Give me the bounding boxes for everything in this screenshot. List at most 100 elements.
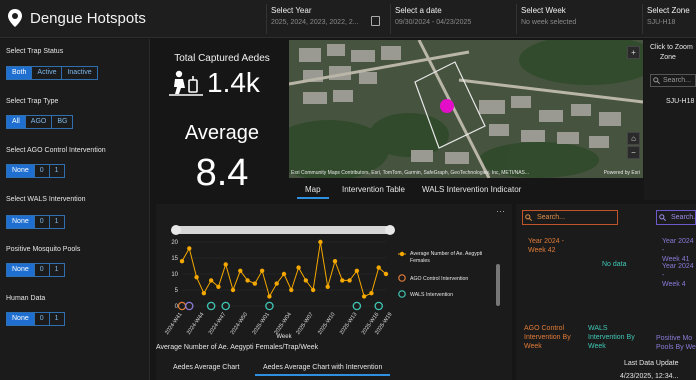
data-point	[354, 268, 360, 273]
list-item-week-42[interactable]: Year 2024 - Week 42	[528, 237, 564, 255]
map-pin-icon	[8, 9, 22, 27]
zone-list-item[interactable]: SJU-H18	[666, 98, 694, 105]
chart-panel: ⋯ 0 5 10 15 20 2024-W41 2024-W44 2024-W47 2024-W…	[156, 204, 512, 380]
wals-none[interactable]: None	[7, 216, 35, 228]
legend-label-ago: AGO Control Intervention	[410, 276, 468, 282]
legend-label-line: Average Number of Ae. Aegypti	[410, 251, 482, 257]
human-0[interactable]: 0	[35, 313, 50, 325]
data-point	[383, 271, 389, 277]
captured-title: Total Captured Aedes	[174, 53, 270, 64]
trap-type-segmented: All AGO BG	[6, 115, 74, 129]
select-year-label: Select Year	[271, 6, 312, 15]
map-view[interactable]: + ⌂ − Esri Community Maps Contributors, …	[289, 40, 643, 178]
data-point	[274, 281, 279, 286]
data-point	[194, 275, 199, 280]
select-zone-label: Select Zone	[647, 6, 690, 15]
positive-pools-label: Positive Mo Pools By We	[656, 335, 696, 351]
pools-1[interactable]: 1	[50, 264, 64, 276]
average-label: Average	[184, 122, 260, 144]
data-point	[252, 281, 258, 286]
trap-status-active[interactable]: Active	[32, 67, 63, 79]
y-tick-label: 15	[171, 256, 178, 262]
y-tick-label: 20	[171, 240, 178, 246]
select-zone-dropdown[interactable]: Select Zone SJU-H18	[642, 4, 696, 34]
x-tick-label: 2025-W04	[273, 312, 292, 336]
ago-intervention-segmented: None 0 1	[6, 164, 65, 178]
range-slider-handle-start[interactable]	[171, 225, 181, 235]
trap-type-title: Select Trap Type	[6, 98, 59, 105]
data-point	[376, 265, 381, 270]
legend-scrollbar[interactable]	[496, 264, 500, 306]
tab-wals-indicator[interactable]: WALS Intervention Indicator	[414, 181, 529, 199]
wals-intervention-title: Select WALS Intervention	[6, 196, 86, 203]
tab-map[interactable]: Map	[297, 181, 329, 199]
search-icon	[525, 214, 532, 221]
wals-intervention-segmented: None 0 1	[6, 215, 65, 229]
wals-1[interactable]: 1	[50, 216, 64, 228]
data-point	[179, 259, 185, 264]
x-tick-label: 2025-W13	[339, 312, 358, 336]
trap-type-bg[interactable]: BG	[52, 116, 72, 128]
clear-icon[interactable]	[371, 16, 380, 26]
select-year-dropdown[interactable]: Select Year 2025, 2024, 2023, 2022, 2...	[266, 4, 384, 34]
ago-1[interactable]: 1	[50, 165, 64, 177]
data-point	[310, 287, 316, 293]
zone-text: Zone	[660, 54, 676, 61]
zoom-out-icon[interactable]: −	[627, 146, 640, 159]
x-tick-label: 2024-W50	[230, 312, 249, 336]
app-header: Dengue Hotspots Select Year 2025, 2024, …	[0, 0, 696, 38]
data-point	[245, 278, 250, 283]
x-tick-label: 2024-W41	[164, 312, 183, 336]
data-point	[187, 246, 192, 251]
week-search-input[interactable]: Search...	[522, 210, 618, 225]
pools-0[interactable]: 0	[35, 264, 50, 276]
wals-by-week-label: WALS Intervention By Week	[588, 325, 635, 350]
select-week-dropdown[interactable]: Select Week No week selected	[516, 4, 638, 34]
data-point	[303, 278, 309, 283]
filter-panel: Select Trap Status Both Active Inactive …	[0, 39, 150, 380]
ago-intervention-title: Select AGO Control Intervention	[6, 147, 106, 154]
ago-none[interactable]: None	[7, 165, 35, 177]
select-date-label: Select a date	[395, 6, 442, 15]
trap-status-inactive[interactable]: Inactive	[62, 67, 96, 79]
zoom-in-icon[interactable]: +	[627, 46, 640, 59]
average-value: 8.4	[195, 152, 249, 194]
range-slider-track[interactable]	[174, 226, 392, 234]
y-tick-label: 5	[175, 288, 179, 294]
data-point	[259, 268, 265, 273]
human-none[interactable]: None	[7, 313, 35, 325]
data-point	[361, 294, 367, 299]
select-zone-value: SJU-H18	[647, 19, 676, 26]
list-item-week-4[interactable]: Year 2024 - Week 4	[662, 262, 696, 289]
wals-0[interactable]: 0	[35, 216, 50, 228]
tab-aedes-average-chart[interactable]: Aedes Average Chart	[165, 360, 247, 376]
select-week-value: No week selected	[521, 19, 577, 26]
tab-intervention-table[interactable]: Intervention Table	[334, 181, 413, 199]
mosquito-pools-segmented: None 0 1	[6, 263, 65, 277]
tab-aedes-chart-with-intervention[interactable]: Aedes Average Chart with Intervention	[255, 360, 391, 376]
trap-status-both[interactable]: Both	[7, 67, 33, 79]
satellite-imagery	[289, 40, 643, 178]
select-week-label: Select Week	[521, 6, 566, 15]
field-worker-icon	[169, 70, 203, 96]
range-slider-handle-end[interactable]	[385, 225, 395, 235]
no-data-text: No data	[602, 261, 627, 268]
data-point	[267, 294, 272, 299]
list-item-week-41[interactable]: Year 2024 - Week 41	[662, 237, 696, 264]
trap-type-all[interactable]: All	[7, 116, 26, 128]
data-point	[223, 262, 228, 267]
ago-0[interactable]: 0	[35, 165, 50, 177]
aedes-line-chart[interactable]: 051015202024-W41 2024-W44 2024-W47 2024-W50…	[156, 204, 512, 344]
pools-none[interactable]: None	[7, 264, 35, 276]
data-point	[332, 259, 338, 264]
human-1[interactable]: 1	[50, 313, 64, 325]
trap-type-ago[interactable]: AGO	[26, 116, 53, 128]
x-tick-label: 2025-W07	[295, 312, 314, 336]
select-date-value: 09/30/2024 - 04/23/2025	[395, 19, 472, 26]
powered-by-esri[interactable]: Powered by Esri	[604, 170, 640, 176]
legend-swatch-series-dot	[399, 251, 405, 257]
select-date-picker[interactable]: Select a date 09/30/2024 - 04/23/2025	[390, 4, 514, 34]
home-icon[interactable]: ⌂	[627, 132, 640, 145]
select-year-value: 2025, 2024, 2023, 2022, 2...	[271, 19, 359, 26]
data-point	[208, 278, 214, 283]
